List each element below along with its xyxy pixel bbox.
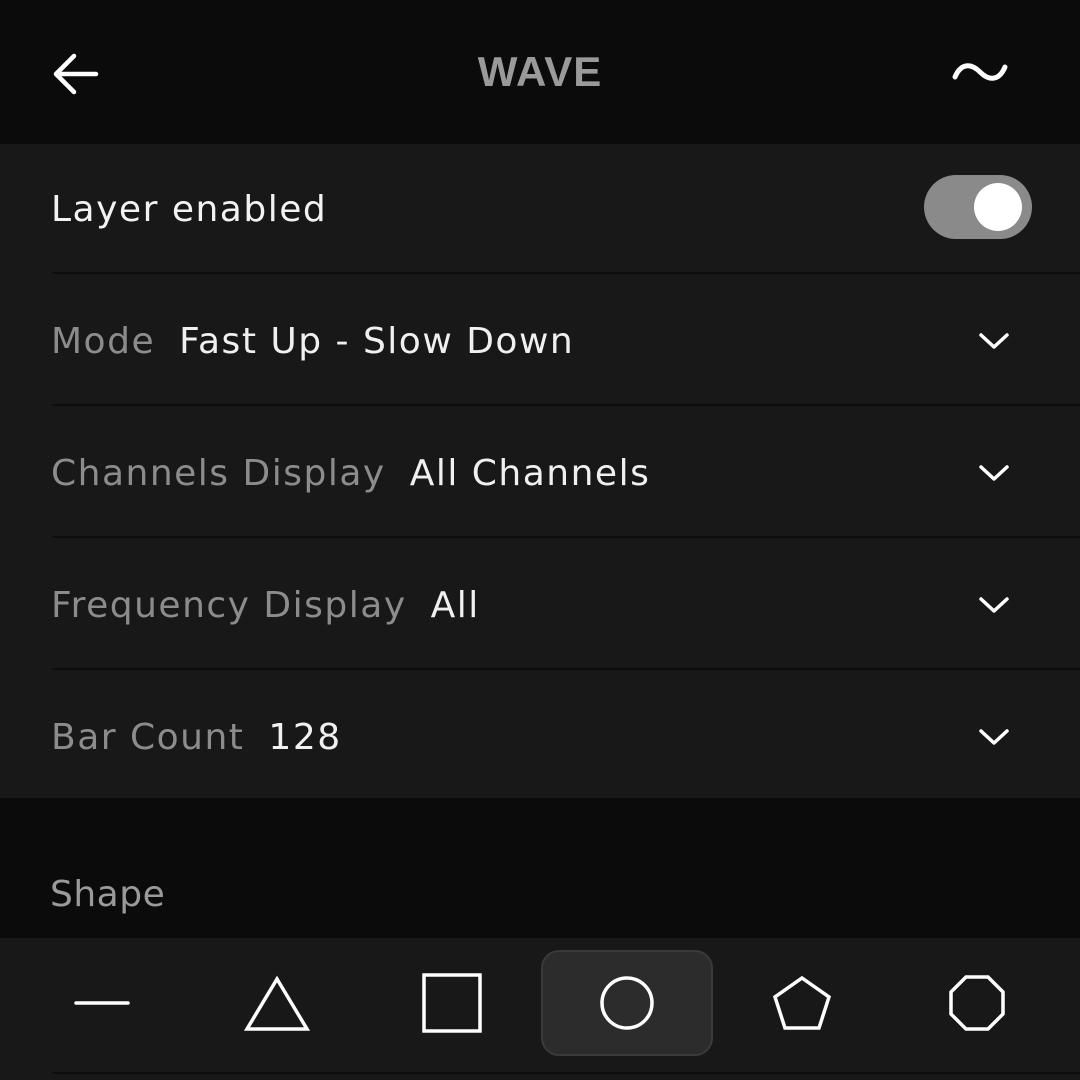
square-shape-icon — [422, 973, 482, 1033]
row-divider — [52, 536, 1080, 538]
chevron-down-icon — [972, 451, 1016, 495]
row-divider — [52, 404, 1080, 406]
shape-pentagon-button[interactable] — [716, 950, 888, 1056]
frequency-display-dropdown[interactable]: Frequency Display All — [0, 540, 1080, 670]
shape-square-button[interactable] — [366, 950, 538, 1056]
layer-enabled-label: Layer enabled — [51, 188, 328, 230]
mode-value: Fast Up - Slow Down — [179, 320, 575, 362]
shape-line-button[interactable] — [16, 950, 188, 1056]
shape-selector — [0, 938, 1080, 1080]
channels-display-dropdown[interactable]: Channels Display All Channels — [0, 408, 1080, 538]
circle-shape-icon — [600, 976, 654, 1030]
page-title: WAVE — [477, 48, 603, 95]
shape-section-label: Shape — [50, 874, 166, 915]
frequency-display-label: Frequency Display — [51, 584, 407, 626]
chevron-down-icon — [972, 583, 1016, 627]
bar-count-dropdown[interactable]: Bar Count 128 — [0, 672, 1080, 798]
tilde-wave-icon — [952, 63, 1008, 81]
bar-count-value: 128 — [268, 716, 342, 758]
pentagon-shape-icon — [772, 975, 832, 1030]
row-divider — [52, 668, 1080, 670]
channels-display-label: Channels Display — [51, 452, 386, 494]
mode-dropdown[interactable]: Mode Fast Up - Slow Down — [0, 276, 1080, 406]
channels-display-value: All Channels — [409, 452, 651, 494]
triangle-shape-icon — [243, 975, 311, 1031]
frequency-display-value: All — [430, 584, 480, 626]
chevron-down-icon — [972, 319, 1016, 363]
layer-enabled-toggle[interactable] — [924, 175, 1032, 239]
line-shape-icon — [74, 1001, 130, 1005]
row-divider — [52, 272, 1080, 274]
top-app-bar: WAVE — [0, 0, 1080, 144]
wave-preset-button[interactable] — [944, 48, 1016, 96]
shape-octagon-button[interactable] — [891, 950, 1063, 1056]
toggle-knob — [974, 183, 1022, 231]
mode-label: Mode — [51, 320, 156, 362]
shape-bar-divider — [52, 1072, 1080, 1074]
shape-circle-button[interactable] — [541, 950, 713, 1056]
settings-panel: Layer enabled Mode Fast Up - Slow Down C… — [0, 144, 1080, 798]
layer-enabled-row[interactable]: Layer enabled — [0, 144, 1080, 274]
chevron-down-icon — [972, 715, 1016, 759]
bar-count-label: Bar Count — [51, 716, 245, 758]
octagon-shape-icon — [949, 975, 1005, 1031]
shape-triangle-button[interactable] — [191, 950, 363, 1056]
